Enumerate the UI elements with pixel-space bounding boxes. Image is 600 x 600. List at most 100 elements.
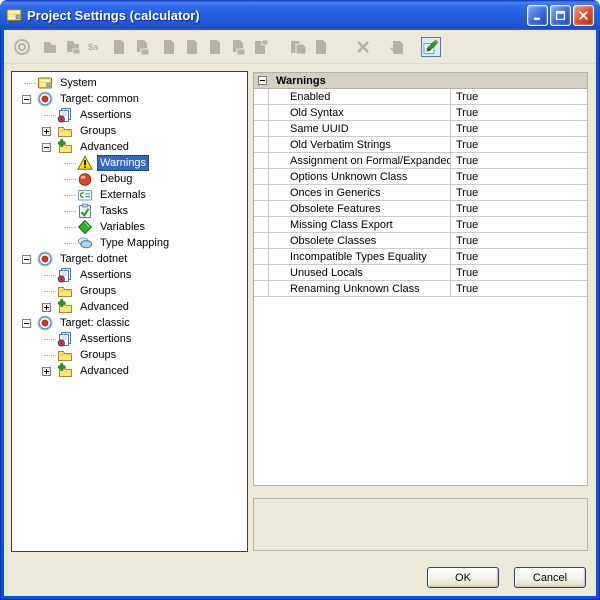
property-row-assignment-on-formal-expanded[interactable]: Assignment on Formal/ExpandedTrue [254,153,587,169]
variables-icon [77,219,93,235]
property-name: Options Unknown Class [269,169,451,184]
property-group-title: Warnings [276,75,326,87]
tree-item-warnings[interactable]: Warnings [12,155,247,171]
tasks-icon [77,203,93,219]
property-row-unused-locals[interactable]: Unused LocalsTrue [254,265,587,281]
tree-connector [62,191,77,200]
expander-minus-icon[interactable] [42,143,57,152]
row-gutter [254,169,269,184]
tree-item-advanced[interactable]: Advanced [12,139,247,155]
warning-icon [77,155,93,171]
folder-plus-icon [57,139,73,155]
expander-minus-icon[interactable] [22,255,37,264]
edit-pencil-icon[interactable] [421,37,441,57]
externals-icon [77,187,93,203]
titlebar[interactable]: Project Settings (calculator) [0,0,600,30]
tree-item-label: Assertions [77,331,134,347]
tree-item-label: Type Mapping [97,235,172,251]
tree-item-label: Groups [77,283,119,299]
tree-item-groups[interactable]: Groups [12,347,247,363]
property-value[interactable]: True [451,185,587,200]
property-row-missing-class-export[interactable]: Missing Class ExportTrue [254,217,587,233]
tree-item-target-classic[interactable]: Target: classic [12,315,247,331]
document-icon [311,37,331,57]
tree-item-type-mapping[interactable]: Type Mapping [12,235,247,251]
tree-item-advanced[interactable]: Advanced [12,299,247,315]
tree-connector [62,223,77,232]
collapse-minus-icon[interactable] [258,76,267,85]
property-row-enabled[interactable]: EnabledTrue [254,89,587,105]
property-row-old-syntax[interactable]: Old SyntaxTrue [254,105,587,121]
tree-item-label: Externals [97,187,149,203]
tree-item-target-common[interactable]: Target: common [12,91,247,107]
row-gutter [254,201,269,216]
expander-plus-icon[interactable] [42,367,57,376]
tree-item-externals[interactable]: Externals [12,187,247,203]
minimize-button[interactable] [527,5,548,26]
tree-item-label: Tasks [97,203,131,219]
tree-item-label: Groups [77,123,119,139]
property-value[interactable]: True [451,137,587,152]
property-value[interactable]: True [451,217,587,232]
tree-item-label: Advanced [77,363,132,379]
row-gutter [254,281,269,296]
close-button[interactable] [573,5,594,26]
property-row-obsolete-features[interactable]: Obsolete FeaturesTrue [254,201,587,217]
property-name: Assignment on Formal/Expanded [269,153,451,168]
tree-item-assertions[interactable]: Assertions [12,107,247,123]
tree-item-label: Target: classic [57,315,133,331]
tree-item-groups[interactable]: Groups [12,283,247,299]
property-name: Obsolete Classes [269,233,451,248]
documents-icon [228,37,248,57]
property-value[interactable]: True [451,89,587,104]
property-grid-rows: EnabledTrueOld SyntaxTrueSame UUIDTrueOl… [254,89,587,297]
tree-item-system[interactable]: System [12,75,247,91]
assertions-icon [57,107,73,123]
property-value[interactable]: True [451,249,587,264]
property-row-old-verbatim-strings[interactable]: Old Verbatim StringsTrue [254,137,587,153]
row-gutter [254,153,269,168]
maximize-icon [554,9,567,22]
open-document-icon [40,37,60,57]
property-row-incompatible-types-equality[interactable]: Incompatible Types EqualityTrue [254,249,587,265]
tree-item-variables[interactable]: Variables [12,219,247,235]
tree-item-advanced[interactable]: Advanced [12,363,247,379]
tree-item-label: Warnings [97,155,149,171]
description-panel [253,498,588,551]
ok-button[interactable]: OK [427,567,499,588]
tree-item-groups[interactable]: Groups [12,123,247,139]
tree-item-target-dotnet[interactable]: Target: dotnet [12,251,247,267]
expander-minus-icon[interactable] [22,319,37,328]
tree-item-assertions[interactable]: Assertions [12,267,247,283]
row-gutter [254,121,269,136]
dialog-client-area: $a SystemTarget: commonAssertionsGroupsA… [4,30,596,596]
property-value[interactable]: True [451,201,587,216]
property-row-obsolete-classes[interactable]: Obsolete ClassesTrue [254,233,587,249]
property-value[interactable]: True [451,233,587,248]
type-mapping-icon [77,235,93,251]
cancel-button[interactable]: Cancel [514,567,586,588]
property-value[interactable]: True [451,153,587,168]
tree-item-assertions[interactable]: Assertions [12,331,247,347]
maximize-button[interactable] [550,5,571,26]
property-value[interactable]: True [451,265,587,280]
target-icon [37,251,53,267]
property-value[interactable]: True [451,169,587,184]
tree-item-debug[interactable]: Debug [12,171,247,187]
property-value[interactable]: True [451,121,587,136]
settings-tree: SystemTarget: commonAssertionsGroupsAdva… [11,71,248,552]
tree-connector [42,271,57,280]
property-row-options-unknown-class[interactable]: Options Unknown ClassTrue [254,169,587,185]
property-row-onces-in-generics[interactable]: Onces in GenericsTrue [254,185,587,201]
minimize-icon [531,9,544,22]
expander-plus-icon[interactable] [42,127,57,136]
expander-minus-icon[interactable] [22,95,37,104]
folder-plus-icon [57,363,73,379]
expander-plus-icon[interactable] [42,303,57,312]
property-name: Old Syntax [269,105,451,120]
tree-item-tasks[interactable]: Tasks [12,203,247,219]
property-row-renaming-unknown-class[interactable]: Renaming Unknown ClassTrue [254,281,587,297]
property-value[interactable]: True [451,281,587,296]
property-value[interactable]: True [451,105,587,120]
property-row-same-uuid[interactable]: Same UUIDTrue [254,121,587,137]
